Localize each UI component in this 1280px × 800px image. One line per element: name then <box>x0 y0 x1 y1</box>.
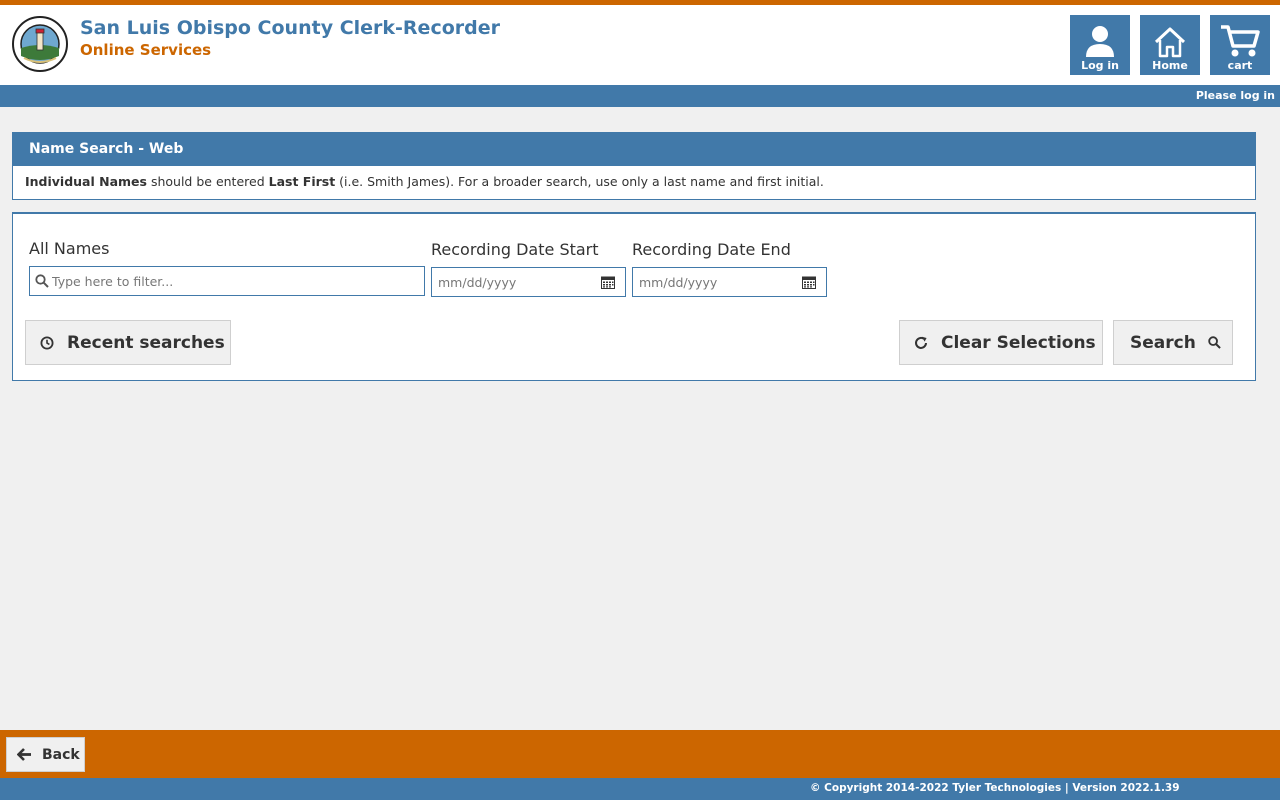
instructions-bold-2: Last First <box>268 174 336 189</box>
date-end-input[interactable] <box>633 268 826 296</box>
all-names-label: All Names <box>29 239 110 258</box>
all-names-field <box>29 266 425 296</box>
copyright-bar: © Copyright 2014-2022 Tyler Technologies… <box>0 778 1280 800</box>
recent-searches-label: Recent searches <box>67 332 225 353</box>
footer-bar <box>0 730 1280 778</box>
search-label: Search <box>1130 332 1196 353</box>
search-form: All Names Recording Date Start Recording… <box>12 212 1256 381</box>
site-subtitle: Online Services <box>80 41 212 59</box>
login-status: Please log in <box>1195 89 1275 102</box>
refresh-icon <box>915 336 927 349</box>
home-button[interactable]: Home <box>1140 15 1200 75</box>
date-end-label: Recording Date End <box>632 240 791 259</box>
login-label: Log in <box>1081 59 1119 72</box>
header: San Luis Obispo County Clerk-Recorder On… <box>0 5 1280 85</box>
date-start-input[interactable] <box>432 268 625 296</box>
copyright-text: © Copyright 2014-2022 Tyler Technologies… <box>810 782 1180 794</box>
cart-label: cart <box>1227 59 1253 72</box>
calendar-icon[interactable] <box>802 276 816 289</box>
clear-selections-label: Clear Selections <box>941 332 1096 353</box>
search-icon <box>35 274 49 288</box>
instructions-text-1: should be entered <box>146 174 269 189</box>
home-icon <box>1154 27 1186 58</box>
home-label: Home <box>1152 59 1188 72</box>
all-names-input[interactable] <box>30 267 424 295</box>
search-icon <box>1208 336 1221 349</box>
user-icon <box>1086 26 1114 57</box>
calendar-icon[interactable] <box>601 276 615 289</box>
clear-selections-button[interactable]: Clear Selections <box>899 320 1103 365</box>
site-title: San Luis Obispo County Clerk-Recorder <box>80 17 500 39</box>
cart-icon <box>1221 25 1260 57</box>
instructions-bold-1: Individual Names <box>25 174 147 189</box>
back-label: Back <box>42 746 80 763</box>
instructions-text-2: (i.e. Smith James). For a broader search… <box>335 174 824 189</box>
date-start-label: Recording Date Start <box>431 240 599 259</box>
arrow-left-icon <box>17 748 31 761</box>
date-start-field <box>431 267 626 297</box>
status-bar: Please log in <box>0 85 1280 107</box>
county-seal-logo <box>12 16 68 72</box>
cart-button[interactable]: cart <box>1210 15 1270 75</box>
search-button[interactable]: Search <box>1113 320 1233 365</box>
login-button[interactable]: Log in <box>1070 15 1130 75</box>
recent-searches-button[interactable]: Recent searches <box>25 320 231 365</box>
panel-title: Name Search - Web <box>12 132 1256 166</box>
search-instructions: Individual Names should be entered Last … <box>12 166 1256 200</box>
date-end-field <box>632 267 827 297</box>
clock-history-icon <box>40 336 54 349</box>
back-button[interactable]: Back <box>6 737 85 772</box>
